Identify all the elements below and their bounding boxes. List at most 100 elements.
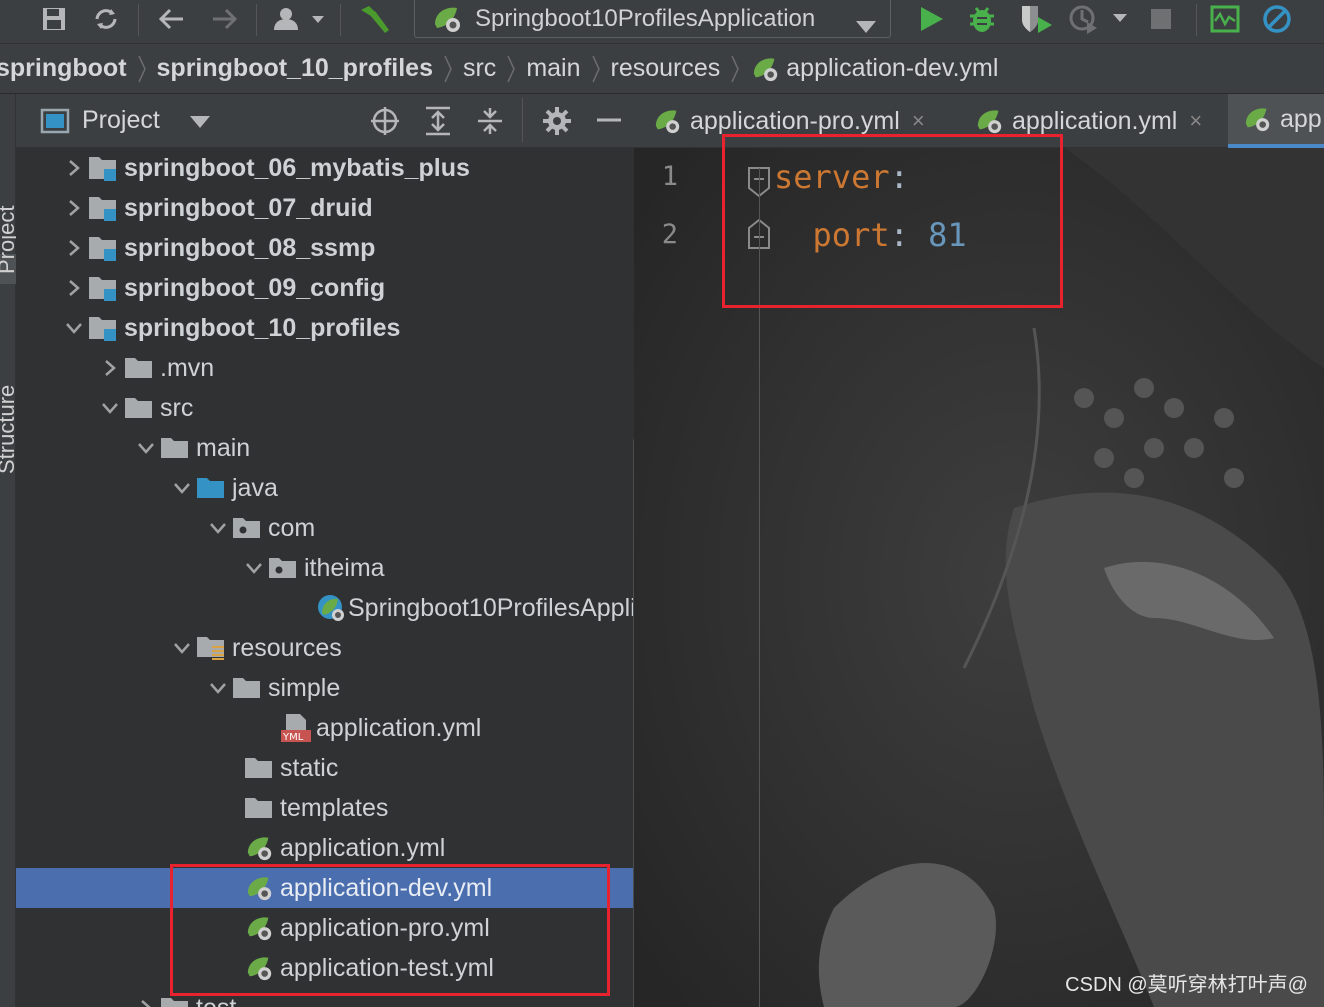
tree-item-application-class[interactable]: Springboot10ProfilesApplication [16,588,634,628]
spring-yml-icon [655,110,680,134]
run-icon[interactable] [914,4,948,34]
build-icon[interactable] [356,4,392,34]
tree-item-springboot-07[interactable]: springboot_07_druid [16,188,634,228]
highlight-box [170,864,610,996]
tree-item-java[interactable]: java [16,468,634,508]
tree-item-label: application.yml [316,713,482,742]
svg-text:YML: YML [282,732,304,743]
watermark: CSDN @莫听穿林打叶声@ [1065,974,1308,996]
breadcrumb-item-module[interactable]: springboot_10_profiles [157,54,433,83]
folder-icon [124,396,160,420]
gear-icon[interactable] [542,106,572,141]
tree-item-springboot-09[interactable]: springboot_09_config [16,268,634,308]
tree-item-static[interactable]: static [16,748,634,788]
tree-item-label: springboot_08_ssmp [124,233,376,262]
monitor-icon[interactable] [1208,4,1242,34]
tree-item-templates[interactable]: templates [16,788,634,828]
tree-item-simple[interactable]: simple [16,668,634,708]
breadcrumb: springboot springboot_10_profiles src ma… [0,44,1324,94]
expand-all-icon[interactable] [424,106,452,141]
tree-item-label: com [268,513,316,542]
chevron-right-icon [60,199,88,217]
chevron-down-icon [132,442,160,454]
coverage-icon[interactable] [1016,4,1056,34]
tree-item-springboot-08[interactable]: springboot_08_ssmp [16,228,634,268]
tab-application-dev-yml[interactable]: app [1228,94,1324,148]
tree-item-label: .mvn [160,353,215,382]
highlight-box [722,134,1063,308]
tree-item-com[interactable]: com [16,508,634,548]
tree-item-label: springboot_09_config [124,273,386,302]
tree-item-label: application.yml [280,833,446,862]
profile-icon[interactable] [1066,4,1128,34]
chevron-down-icon [189,106,210,135]
folder-icon [244,756,280,780]
main-toolbar: Springboot10ProfilesApplication [0,0,1324,44]
project-panel-header: Project [16,94,634,148]
module-icon [88,235,124,261]
tree-item-src[interactable]: src [16,388,634,428]
spring-yml-icon [977,110,1002,134]
chevron-down-icon [168,482,196,494]
chevron-right-icon [730,54,740,84]
back-icon[interactable] [156,4,186,34]
tree-item-label: simple [268,673,341,702]
chevron-right-icon [132,999,160,1007]
close-icon[interactable]: × [1189,108,1202,134]
tree-item-simple-application-yml[interactable]: YML application.yml [16,708,634,748]
spring-yml-icon [244,834,280,862]
folder-icon [124,356,160,380]
folder-icon [232,676,268,700]
run-configuration-label: Springboot10ProfilesApplication [475,4,816,32]
project-panel-title: Project [82,106,160,134]
project-window-icon [40,108,70,133]
sync-icon[interactable] [92,4,120,34]
forward-icon[interactable] [210,4,240,34]
breadcrumb-item-resources[interactable]: resources [611,54,721,83]
chevron-right-icon [60,239,88,257]
debug-icon[interactable] [964,4,1000,34]
spring-yml-icon [754,57,778,81]
project-panel: Project springboot_06_mybatis_plus sprin… [16,94,647,1007]
chevron-down-icon [240,562,268,574]
folder-icon [160,436,196,460]
tree-item-label: java [232,473,278,502]
tree-item-label: springboot_07_druid [124,193,373,222]
stop-icon[interactable] [1148,4,1174,34]
chevron-right-icon [591,54,601,84]
tree-item-application-yml[interactable]: application.yml [16,828,634,868]
tree-item-resources[interactable]: resources [16,628,634,668]
package-icon [268,556,304,580]
tree-item-mvn[interactable]: .mvn [16,348,634,388]
ide-window: Springboot10ProfilesApplication springbo… [0,0,1324,1007]
folder-icon [244,796,280,820]
cancel-icon[interactable] [1260,4,1294,34]
minimize-icon[interactable] [596,106,622,141]
save-icon[interactable] [40,4,68,34]
package-icon [232,516,268,540]
tree-item-label: static [280,753,339,782]
user-icon[interactable] [272,4,328,34]
tree-item-itheima[interactable]: itheima [16,548,634,588]
tree-item-label: itheima [304,553,385,582]
tree-item-label: resources [232,633,342,662]
tab-label: app [1280,104,1322,133]
close-icon[interactable]: × [912,108,925,134]
tree-item-main[interactable]: main [16,428,634,468]
chevron-down-icon [204,682,232,694]
breadcrumb-item-root[interactable]: springboot [0,54,127,83]
tree-item-springboot-10[interactable]: springboot_10_profiles [16,308,634,348]
breadcrumb-item-main[interactable]: main [526,54,580,83]
breadcrumb-item-file[interactable]: application-dev.yml [750,54,998,83]
locate-icon[interactable] [370,106,400,141]
tree-item-springboot-06[interactable]: springboot_06_mybatis_plus [16,148,634,188]
run-configuration-selector[interactable]: Springboot10ProfilesApplication [414,0,891,38]
project-view-selector[interactable]: Project [40,106,210,135]
collapse-all-icon[interactable] [476,106,504,141]
spring-boot-icon [435,7,460,32]
tree-item-label: templates [280,793,389,822]
breadcrumb-file-label: application-dev.yml [786,54,999,82]
module-icon [88,275,124,301]
breadcrumb-item-src[interactable]: src [463,54,496,83]
chevron-right-icon [506,54,516,84]
